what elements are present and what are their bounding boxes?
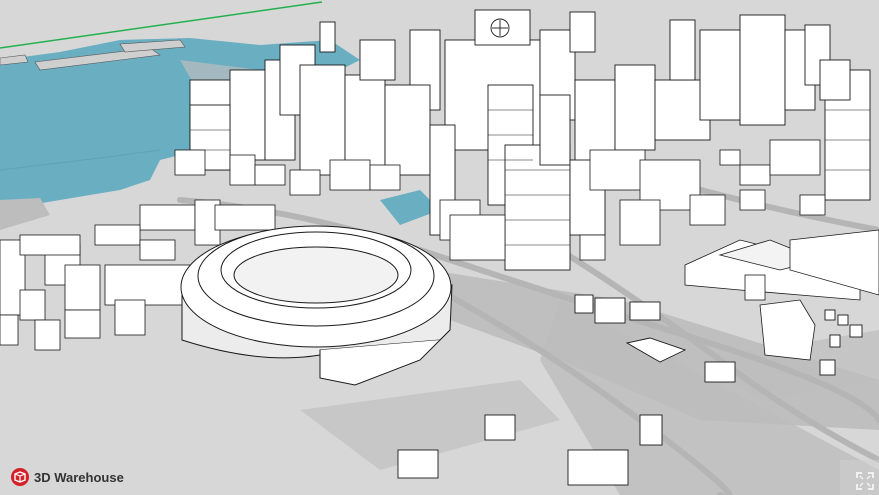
fullscreen-expand-icon[interactable]	[855, 471, 875, 491]
brand-link[interactable]: 3D Warehouse	[10, 467, 124, 487]
model-viewer[interactable]: 3D Warehouse	[0, 0, 879, 495]
city-model-scene[interactable]	[0, 0, 879, 495]
brand-label: 3D Warehouse	[34, 469, 124, 485]
3d-warehouse-logo-icon	[11, 468, 29, 486]
